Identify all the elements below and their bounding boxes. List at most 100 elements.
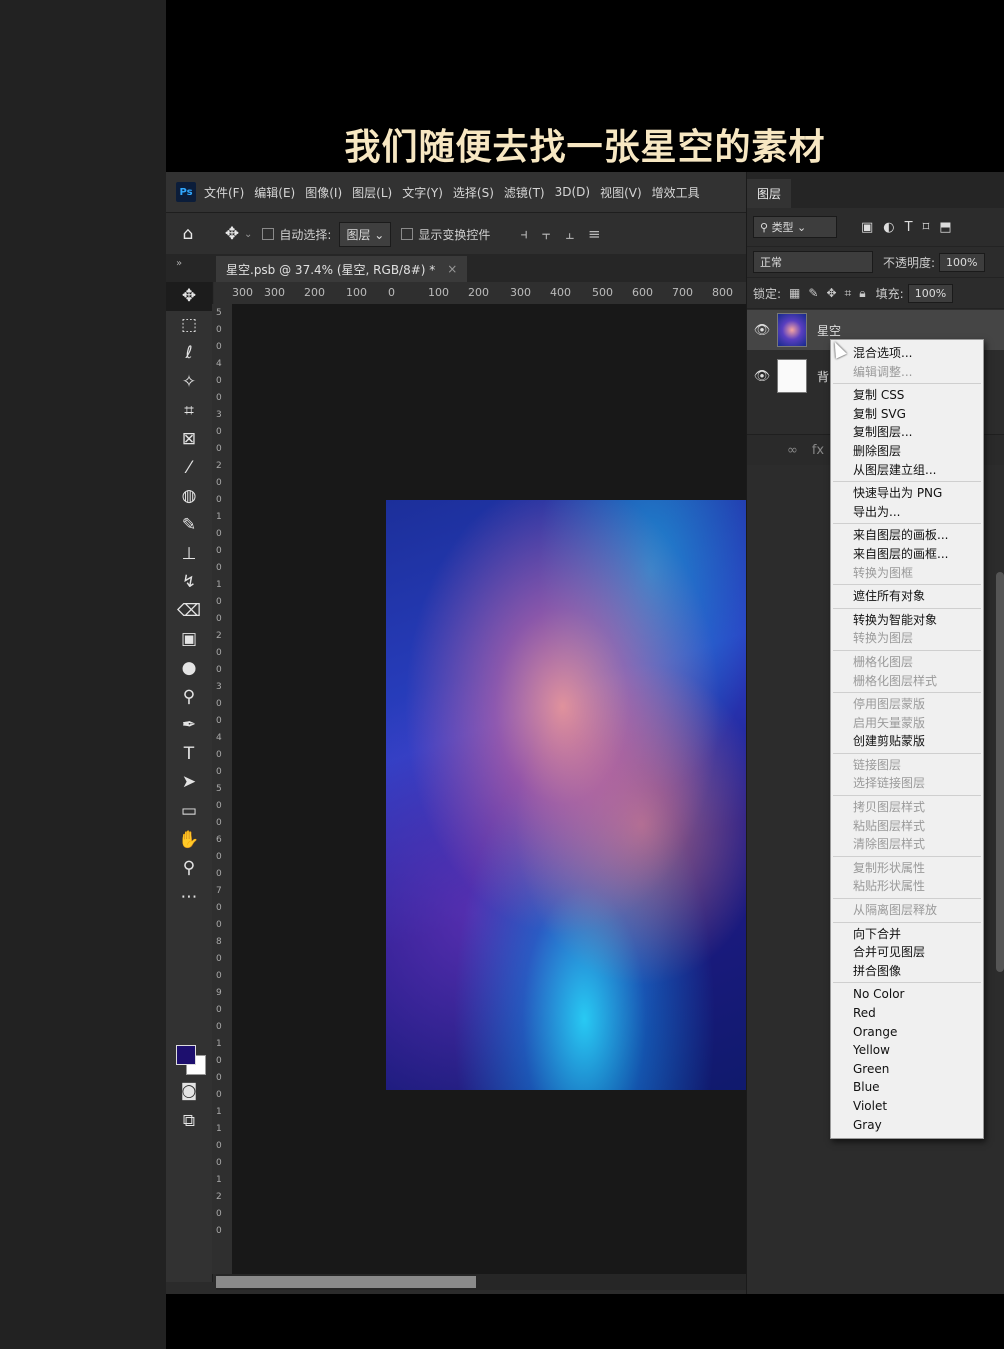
crop-tool-icon[interactable]: ⌗ xyxy=(166,396,212,425)
context-menu-item[interactable]: 创建剪贴蒙版 xyxy=(833,732,981,751)
scrollbar-thumb[interactable] xyxy=(216,1276,476,1288)
menu-image[interactable]: 图像(I) xyxy=(305,184,342,201)
hand-tool-icon[interactable]: ✋ xyxy=(166,825,212,854)
menu-select[interactable]: 选择(S) xyxy=(453,184,494,201)
context-menu-item[interactable]: Violet xyxy=(833,1097,981,1116)
link-layers-icon[interactable]: ∞ xyxy=(787,443,798,458)
history-brush-tool-icon[interactable]: ↯ xyxy=(166,568,212,597)
adjustment-filter-icon[interactable]: ◐ xyxy=(883,220,894,235)
context-menu-item[interactable]: 复制图层... xyxy=(833,423,981,442)
more-tools-icon[interactable]: ⋯ xyxy=(166,882,212,911)
align-left-icon[interactable]: ⫞ xyxy=(520,225,528,243)
dodge-tool-icon[interactable]: ⚲ xyxy=(166,682,212,711)
blur-tool-icon[interactable]: ● xyxy=(166,654,212,683)
eyedropper-tool-icon[interactable]: ⁄ xyxy=(166,454,212,483)
menu-plugins[interactable]: 增效工具 xyxy=(652,184,700,201)
magic-wand-tool-icon[interactable]: ✧ xyxy=(166,368,212,397)
align-right-icon[interactable]: ⫠ xyxy=(565,225,574,243)
layer-filter-dropdown[interactable]: ⚲ 类型 ⌄ xyxy=(753,216,837,238)
type-filter-icon[interactable]: T xyxy=(905,220,913,235)
distribute-icon[interactable]: ≡ xyxy=(588,225,601,243)
marquee-tool-icon[interactable]: ⬚ xyxy=(166,311,212,340)
move-tool-icon[interactable]: ✥ xyxy=(166,282,212,311)
frame-tool-icon[interactable]: ⊠ xyxy=(166,425,212,454)
opacity-input[interactable]: 100% xyxy=(939,252,985,272)
smart-object-filter-icon[interactable]: ⬒ xyxy=(939,220,951,235)
menu-layer[interactable]: 图层(L) xyxy=(352,184,392,201)
context-menu-item[interactable]: 复制 SVG xyxy=(833,405,981,424)
layer-name[interactable]: 星空 xyxy=(817,322,841,339)
show-transform-checkbox[interactable] xyxy=(401,228,414,240)
context-menu-item[interactable]: Gray xyxy=(833,1116,981,1135)
lock-paint-icon[interactable]: ✎ xyxy=(808,286,818,300)
ruler-digit: 5 xyxy=(216,784,222,794)
path-selection-tool-icon[interactable]: ➤ xyxy=(166,768,212,797)
context-menu-item[interactable]: 合并可见图层 xyxy=(833,943,981,962)
zoom-tool-icon[interactable]: ⚲ xyxy=(166,854,212,883)
context-menu-item[interactable]: No Color xyxy=(833,985,981,1004)
context-menu-item[interactable]: 删除图层 xyxy=(833,442,981,461)
pen-tool-icon[interactable]: ✒ xyxy=(166,711,212,740)
home-icon[interactable]: ⌂ xyxy=(176,224,200,244)
canvas-area[interactable] xyxy=(232,304,827,1274)
quick-mask-icon[interactable]: ◙ xyxy=(166,1077,212,1106)
blend-mode-dropdown[interactable]: 正常 xyxy=(753,251,873,273)
chevron-down-icon[interactable]: ⌄ xyxy=(244,229,252,240)
context-menu-item[interactable]: 导出为... xyxy=(833,503,981,522)
close-icon[interactable]: × xyxy=(447,262,457,276)
stamp-tool-icon[interactable]: ⊥ xyxy=(166,539,212,568)
lasso-tool-icon[interactable]: ℓ xyxy=(166,339,212,368)
horizontal-scrollbar[interactable] xyxy=(216,1274,746,1290)
context-menu-item[interactable]: 拼合图像 xyxy=(833,962,981,981)
context-menu-item[interactable]: Green xyxy=(833,1060,981,1079)
context-menu-item[interactable]: 快速导出为 PNG xyxy=(833,484,981,503)
menu-3d[interactable]: 3D(D) xyxy=(555,185,590,199)
lock-artboard-icon[interactable]: ⌗ xyxy=(845,286,852,301)
auto-select-dropdown[interactable]: 图层 ⌄ xyxy=(339,221,392,247)
gradient-tool-icon[interactable]: ▣ xyxy=(166,625,212,654)
document-tab[interactable]: 星空.psb @ 37.4% (星空, RGB/8#) * × xyxy=(216,256,468,282)
visibility-eye-icon[interactable]: 👁︎ xyxy=(747,323,777,338)
shape-filter-icon[interactable]: ⌑ xyxy=(923,220,930,235)
brush-tool-icon[interactable]: ✎ xyxy=(166,511,212,540)
lock-pixels-icon[interactable]: ▦ xyxy=(789,286,800,300)
visibility-eye-icon[interactable]: 👁︎ xyxy=(747,369,777,384)
foreground-color-swatch[interactable] xyxy=(176,1045,196,1065)
menu-type[interactable]: 文字(Y) xyxy=(402,184,443,201)
ruler-digit: 2 xyxy=(216,631,222,641)
move-tool-icon[interactable]: ✥ xyxy=(220,224,244,244)
context-menu-item[interactable]: Blue xyxy=(833,1078,981,1097)
context-menu-item[interactable]: 来自图层的画板... xyxy=(833,526,981,545)
rectangle-tool-icon[interactable]: ▭ xyxy=(166,797,212,826)
fx-icon[interactable]: fx xyxy=(812,443,824,458)
context-menu-item[interactable]: 转换为智能对象 xyxy=(833,611,981,630)
eraser-tool-icon[interactable]: ⌫ xyxy=(166,597,212,626)
healing-brush-tool-icon[interactable]: ◍ xyxy=(166,482,212,511)
context-menu-item[interactable]: 来自图层的画框... xyxy=(833,545,981,564)
vertical-scrollbar[interactable] xyxy=(996,572,1004,972)
context-menu-item[interactable]: Yellow xyxy=(833,1041,981,1060)
menu-file[interactable]: 文件(F) xyxy=(204,184,244,201)
context-menu-item[interactable]: 遮住所有对象 xyxy=(833,587,981,606)
layer-name[interactable]: 背 xyxy=(817,368,829,385)
tab-layers[interactable]: 图层 xyxy=(747,179,792,208)
lock-all-icon[interactable]: 🔒︎ xyxy=(859,286,865,301)
collapse-icon[interactable]: » xyxy=(176,258,182,269)
type-tool-icon[interactable]: T xyxy=(166,740,212,769)
menu-edit[interactable]: 编辑(E) xyxy=(254,184,295,201)
context-menu-item[interactable]: 复制 CSS xyxy=(833,386,981,405)
menu-view[interactable]: 视图(V) xyxy=(600,184,642,201)
context-menu-item[interactable]: 向下合并 xyxy=(833,925,981,944)
context-menu-group: 复制形状属性 粘贴形状属性 xyxy=(833,857,981,900)
screen-mode-icon[interactable]: ⧉ xyxy=(166,1107,212,1136)
context-menu-item[interactable]: 混合选项... xyxy=(833,344,981,363)
auto-select-checkbox[interactable] xyxy=(262,228,275,240)
fill-input[interactable]: 100% xyxy=(907,283,954,303)
menu-filter[interactable]: 滤镜(T) xyxy=(504,184,545,201)
image-filter-icon[interactable]: ▣ xyxy=(861,220,873,235)
lock-position-icon[interactable]: ✥ xyxy=(826,286,836,300)
context-menu-item[interactable]: Orange xyxy=(833,1023,981,1042)
context-menu-item[interactable]: 从图层建立组... xyxy=(833,461,981,480)
context-menu-item[interactable]: Red xyxy=(833,1004,981,1023)
align-center-icon[interactable]: ⫟ xyxy=(542,225,551,243)
